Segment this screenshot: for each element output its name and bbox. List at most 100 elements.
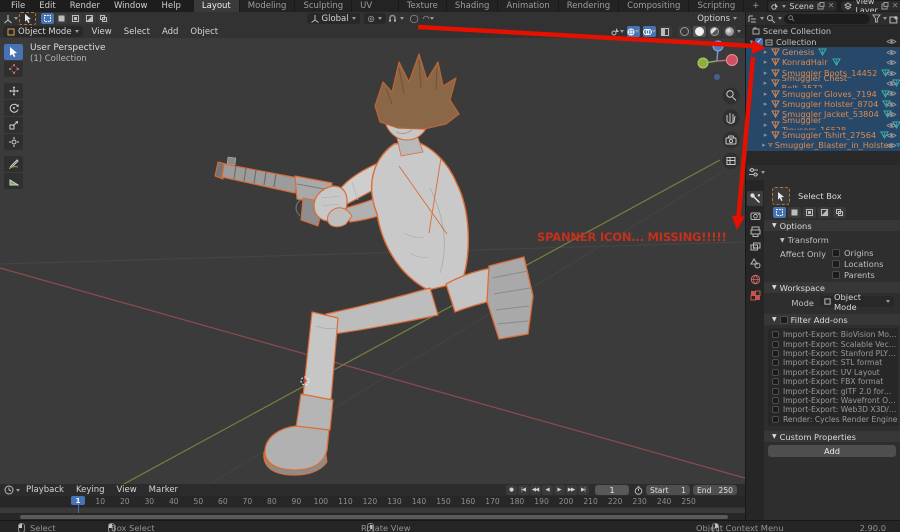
viewport-menu-item[interactable]: Select bbox=[118, 27, 156, 37]
object-visibility-dropdown[interactable] bbox=[611, 26, 624, 37]
navigation-gizmo[interactable] bbox=[698, 41, 738, 80]
parents-checkbox[interactable] bbox=[832, 271, 840, 279]
editor-type-button[interactable] bbox=[3, 13, 18, 24]
addon-checkbox[interactable] bbox=[772, 341, 779, 348]
timeline-ruler[interactable]: 1020304050607080901001101201301401501601… bbox=[0, 496, 745, 507]
timeline-editor-icon[interactable] bbox=[4, 485, 14, 495]
workspace-tab[interactable]: Texture Paint bbox=[399, 0, 447, 12]
expand-arrow-icon[interactable]: ▸ bbox=[762, 58, 769, 66]
visibility-eye-icon[interactable] bbox=[886, 49, 897, 56]
tool-annotate[interactable] bbox=[4, 156, 23, 172]
new-scene-icon[interactable] bbox=[817, 2, 825, 10]
transport-button[interactable]: |◀ bbox=[518, 485, 529, 495]
options-dropdown[interactable]: Options bbox=[693, 13, 741, 24]
select-mode-set-button[interactable] bbox=[41, 13, 54, 24]
remove-view-layer-icon[interactable]: ✕ bbox=[892, 2, 899, 10]
collection-checkbox[interactable] bbox=[755, 38, 763, 46]
select-mode-extend-button[interactable] bbox=[55, 13, 68, 24]
menu-item[interactable]: Help bbox=[154, 1, 187, 11]
menu-item[interactable]: Edit bbox=[32, 1, 62, 11]
expand-arrow-icon[interactable]: ▸ bbox=[762, 100, 769, 108]
active-tool-icon-button[interactable] bbox=[772, 187, 790, 205]
mode-dropdown[interactable]: Object Mode bbox=[3, 26, 83, 37]
select-mode-intersect-button[interactable] bbox=[97, 13, 110, 24]
addon-row[interactable]: Import-Export: STL format bbox=[768, 358, 898, 367]
tool-rotate[interactable] bbox=[4, 100, 23, 116]
tool-select-box[interactable] bbox=[4, 44, 23, 60]
active-tool-button[interactable] bbox=[19, 12, 36, 25]
tool-measure[interactable] bbox=[4, 173, 23, 189]
addon-checkbox[interactable] bbox=[772, 350, 779, 357]
workspace-tab[interactable]: Compositing bbox=[619, 0, 689, 12]
addon-row[interactable]: Import-Export: Stanford PLY format bbox=[768, 349, 898, 358]
snap-magnet-toggle[interactable] bbox=[386, 13, 399, 24]
workspace-tab[interactable]: Sculpting bbox=[295, 0, 352, 12]
outliner-filter-icon[interactable] bbox=[766, 14, 776, 24]
tab-scene[interactable] bbox=[747, 256, 763, 271]
transform-subpanel-header[interactable]: ▼Transform bbox=[780, 235, 829, 245]
menu-item[interactable]: Window bbox=[107, 1, 155, 11]
addon-row[interactable]: Import-Export: BioVision Motion Capture … bbox=[768, 330, 898, 339]
transport-button[interactable]: ◀◀ bbox=[530, 485, 541, 495]
addon-row[interactable]: Import-Export: FBX format bbox=[768, 377, 898, 386]
view-layer-selector[interactable]: View Layer ✕ bbox=[841, 1, 900, 11]
outliner-object-row[interactable]: ▸ Smuggler_Blaster_in_Holster bbox=[746, 140, 900, 150]
start-frame-field[interactable]: Start1 bbox=[646, 485, 690, 495]
affect-parents-row[interactable]: Parents bbox=[832, 270, 875, 280]
viewport-menu-item[interactable]: View bbox=[86, 27, 118, 37]
timeline-menu-item[interactable]: Playback bbox=[20, 485, 70, 495]
visibility-eye-icon[interactable] bbox=[886, 59, 897, 66]
unlink-scene-icon[interactable]: ✕ bbox=[828, 2, 835, 10]
new-collection-icon[interactable] bbox=[889, 14, 899, 24]
shading-wireframe-button[interactable] bbox=[678, 26, 691, 37]
tab-tool[interactable] bbox=[747, 191, 763, 206]
workspace-tab[interactable]: Shading bbox=[447, 0, 499, 12]
chevron-down-icon[interactable] bbox=[760, 17, 764, 20]
properties-editor-type-button[interactable] bbox=[748, 167, 765, 178]
expand-arrow-icon[interactable]: ▸ bbox=[762, 90, 769, 98]
funnel-filter-icon[interactable] bbox=[872, 14, 881, 23]
shading-material-button[interactable] bbox=[708, 26, 721, 37]
expand-arrow-icon[interactable]: ▸ bbox=[762, 79, 769, 87]
chevron-down-icon[interactable] bbox=[778, 17, 782, 20]
shading-rendered-button[interactable] bbox=[723, 26, 736, 37]
outliner-scene-collection-row[interactable]: Scene Collection bbox=[746, 26, 900, 36]
outliner-object-row[interactable]: ▸ KonradHair bbox=[746, 57, 900, 67]
add-custom-property-button[interactable]: Add bbox=[768, 445, 896, 457]
collapse-arrow-icon[interactable]: ▾ bbox=[748, 38, 755, 46]
outliner-object-row[interactable]: ▸ Smuggler Trousers_16528 bbox=[746, 120, 900, 130]
addon-row[interactable]: Import-Export: UV Layout bbox=[768, 368, 898, 377]
timeline-menu-item[interactable]: Keying bbox=[70, 485, 111, 495]
outliner-collection-row[interactable]: ▾ Collection bbox=[746, 36, 900, 46]
select-mode-invert-button[interactable] bbox=[83, 13, 96, 24]
expand-arrow-icon[interactable]: ▸ bbox=[762, 110, 769, 118]
visibility-eye-icon[interactable] bbox=[886, 142, 897, 149]
addon-row[interactable]: Render: Cycles Render Engine bbox=[768, 415, 898, 424]
overlays-toggle[interactable] bbox=[643, 26, 656, 37]
addon-checkbox[interactable] bbox=[772, 416, 779, 423]
viewport-menu-item[interactable]: Add bbox=[156, 27, 184, 37]
mode-subtract-button[interactable] bbox=[803, 207, 816, 218]
addon-row[interactable]: Import-Export: Web3D X3D/VRML2 format bbox=[768, 405, 898, 414]
outliner-object-row[interactable]: ▸ Smuggler Holster_8704 bbox=[746, 99, 900, 109]
workspace-tab[interactable]: Rendering bbox=[559, 0, 619, 12]
transport-button[interactable]: ▶| bbox=[578, 485, 589, 495]
outliner-object-row[interactable]: ▸ Genesis bbox=[746, 47, 900, 57]
visibility-eye-icon[interactable] bbox=[886, 132, 897, 139]
custom-properties-header[interactable]: ▼Custom Properties bbox=[764, 431, 900, 442]
transport-button[interactable]: ● bbox=[506, 485, 517, 495]
proportional-falloff-dropdown[interactable]: ◠ bbox=[422, 13, 435, 24]
visibility-eye-icon[interactable] bbox=[886, 80, 897, 87]
filter-addons-header[interactable]: ▼Filter Add-ons bbox=[764, 314, 900, 325]
mode-intersect-button[interactable] bbox=[833, 207, 846, 218]
chevron-down-icon[interactable] bbox=[883, 17, 887, 20]
outliner-search-input[interactable] bbox=[784, 14, 871, 24]
expand-arrow-icon[interactable]: ▸ bbox=[762, 69, 769, 77]
addon-row[interactable]: Import-Export: Wavefront OBJ format bbox=[768, 396, 898, 405]
scene-selector[interactable]: Scene ✕ bbox=[768, 1, 837, 11]
viewport-menu-item[interactable]: Object bbox=[184, 27, 224, 37]
tab-output[interactable] bbox=[747, 224, 763, 239]
origins-checkbox[interactable] bbox=[832, 249, 840, 257]
end-frame-field[interactable]: End250 bbox=[693, 485, 737, 495]
tool-cursor[interactable] bbox=[4, 61, 23, 77]
